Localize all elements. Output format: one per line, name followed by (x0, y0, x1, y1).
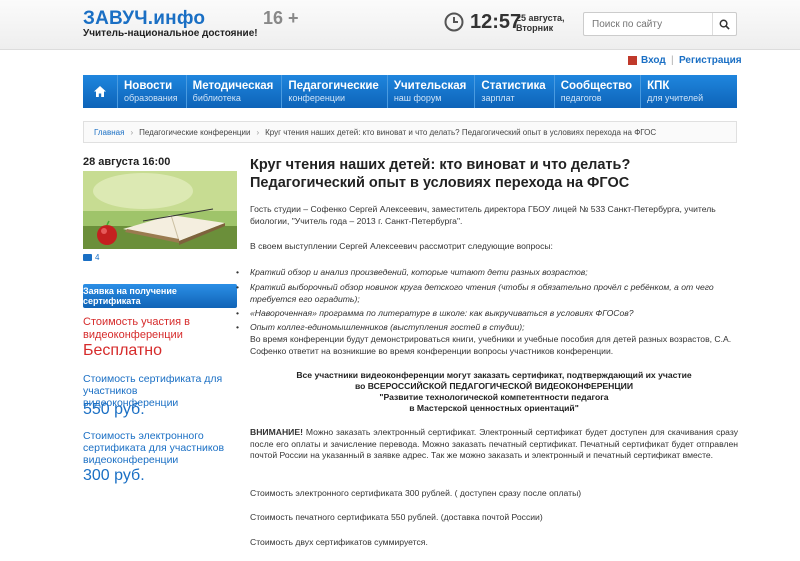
breadcrumb-section[interactable]: Педагогические конференции (139, 128, 250, 137)
login-link[interactable]: Вход (628, 55, 666, 66)
breadcrumb: Главная › Педагогические конференции › К… (83, 121, 737, 143)
nav-item-library[interactable]: Методическая библиотека (187, 75, 283, 108)
site-logo[interactable]: ЗАВУЧ.инфо (83, 8, 205, 30)
search-icon (719, 19, 730, 30)
comment-icon (83, 254, 92, 261)
participation-price: Бесплатно (83, 342, 163, 359)
e-certificate-price: 300 руб. (83, 467, 145, 484)
attention-label: ВНИМАНИЕ! (250, 427, 303, 437)
certificate-request-button[interactable]: Заявка на получение сертификата (83, 284, 237, 308)
breadcrumb-arrow-icon: › (256, 127, 260, 137)
price-electronic: Стоимость электронного сертификата 300 р… (250, 488, 582, 498)
certificate-notice-line: Все участники видеоконференции могут зак… (296, 370, 692, 380)
search-box (583, 12, 737, 36)
event-image[interactable] (83, 171, 237, 249)
age-rating: 16 + (263, 8, 299, 28)
nav-item-conferences[interactable]: Педагогические конференции (282, 75, 388, 108)
nav-item-community[interactable]: Сообщество педагогов (555, 75, 642, 108)
price-printed: Стоимость печатного сертификата 550 рубл… (250, 512, 543, 522)
nav-home[interactable] (83, 75, 118, 108)
breadcrumb-home[interactable]: Главная (94, 128, 124, 137)
search-input[interactable] (584, 13, 712, 35)
login-label: Вход (641, 55, 666, 66)
article-bullet: Опыт коллег-единомышленников (выступлени… (236, 322, 738, 334)
current-time: 12:57 (470, 11, 522, 33)
top-header: ЗАВУЧ.инфо Учитель-национальное достояни… (0, 0, 800, 50)
nav-item-kpk[interactable]: КПК для учителей (641, 75, 711, 108)
article-title: Круг чтения наших детей: кто виноват и ч… (250, 157, 631, 191)
nav-item-statistics[interactable]: Статистика зарплат (475, 75, 555, 108)
article-bullet: Краткий обзор и анализ произведений, кот… (236, 267, 738, 279)
auth-separator: | (671, 55, 674, 66)
main-nav: Новости образования Методическая библиот… (83, 75, 737, 108)
article-books-note: Во время конференции будут демонстрирова… (250, 334, 732, 356)
attention-paragraph: ВНИМАНИЕ! Можно заказать электронный сер… (250, 427, 738, 462)
breadcrumb-arrow-icon: › (130, 127, 134, 137)
current-date: 25 августа, (516, 13, 565, 23)
participation-price-label: Стоимость участия в видеоконференции (83, 316, 191, 341)
event-date: 28 августа 16:00 (83, 156, 171, 168)
e-certificate-price-label: Стоимость электронного сертификата для у… (83, 430, 225, 466)
certificate-notice-line: во ВСЕРОССИЙСКОЙ ПЕДАГОГИЧЕСКОЙ ВИДЕОКОН… (354, 381, 634, 391)
certificate-notice-line: "Развитие технологической компетентности… (379, 392, 609, 402)
nav-item-news[interactable]: Новости образования (118, 75, 187, 108)
comment-count[interactable]: 4 (83, 253, 99, 262)
price-sum: Стоимость двух сертификатов суммируется. (250, 537, 428, 547)
home-icon (94, 86, 106, 97)
article-bullet: «Навороченная» программа по литературе в… (236, 308, 738, 320)
nav-item-forum[interactable]: Учительская наш форум (388, 75, 476, 108)
certificate-price: 550 руб. (83, 401, 145, 418)
article-bullet: Краткий выборочный обзор новинок круга д… (236, 282, 738, 305)
search-button[interactable] (712, 13, 736, 35)
article-intro: В своем выступлении Сергей Алексеевич ра… (250, 241, 553, 251)
login-icon (628, 56, 637, 65)
certificate-notice-line: в Мастерской ценностных ориентаций" (409, 403, 579, 413)
clock-icon (444, 12, 464, 32)
register-link[interactable]: Регистрация (679, 55, 742, 66)
article-guest: Гость студии – Софенко Сергей Алексеевич… (250, 204, 716, 226)
current-weekday: Вторник (516, 23, 554, 33)
book-apple-picture (83, 171, 237, 249)
site-slogan: Учитель-национальное достояние! (83, 28, 258, 39)
breadcrumb-current: Круг чтения наших детей: кто виноват и ч… (265, 127, 657, 137)
attention-text: Можно заказать электронный сертификат. Э… (250, 427, 738, 460)
